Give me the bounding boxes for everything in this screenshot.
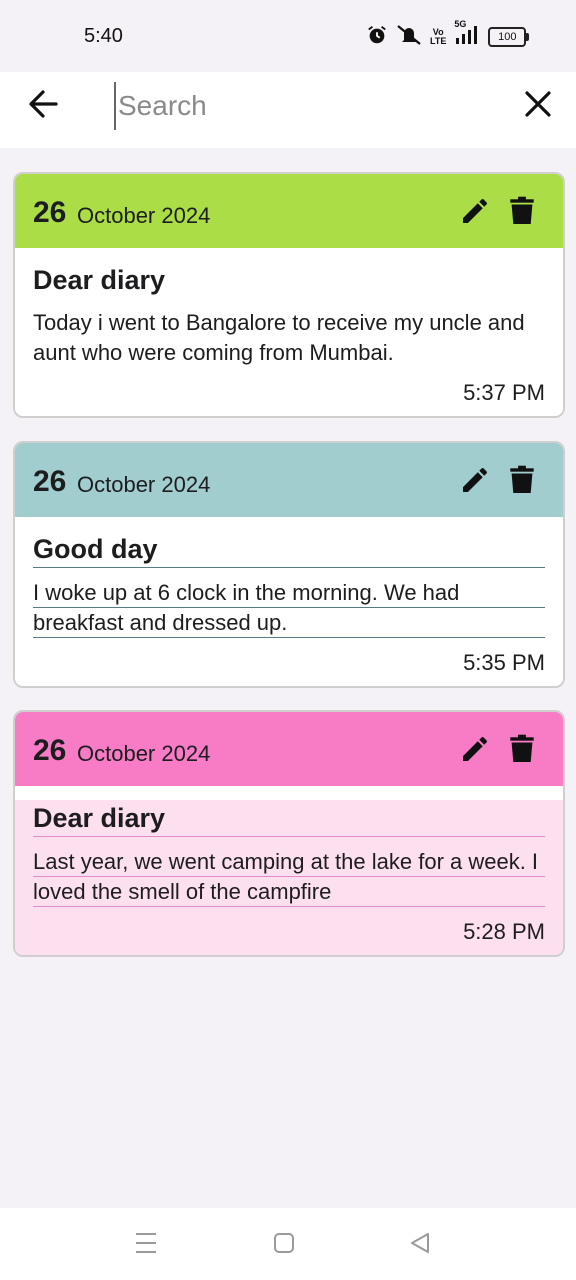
entry-title: Good day: [33, 531, 545, 568]
card-body: Good day I woke up at 6 clock in the mor…: [15, 531, 563, 686]
menu-icon: [136, 1233, 156, 1253]
status-icons: Vo LTE 5G 100: [366, 19, 530, 51]
search-input[interactable]: [114, 82, 490, 130]
volte-icon: Vo LTE: [430, 27, 447, 46]
diary-entry-card[interactable]: 26 October 2024 Dear diary Last year, we…: [13, 710, 565, 957]
delete-entry-button[interactable]: [509, 195, 535, 227]
entry-month-year: October 2024: [77, 741, 211, 766]
diary-entry-card[interactable]: 26 October 2024 Dear diary Today i went …: [13, 172, 565, 418]
pencil-icon: [463, 199, 487, 223]
trash-icon: [510, 196, 534, 224]
entry-title: Dear diary: [33, 265, 166, 295]
card-header: 26 October 2024: [15, 712, 563, 786]
entry-time: 5:28 PM: [463, 919, 545, 944]
status-bar: 5:40 Vo LTE 5G 100: [0, 0, 576, 72]
entry-text: I woke up at 6 clock in the morning. We …: [33, 578, 545, 638]
card-body: Dear diary Today i went to Bangalore to …: [15, 262, 563, 416]
system-nav-bar: [0, 1208, 576, 1280]
pencil-icon: [463, 468, 487, 492]
square-icon: [274, 1233, 294, 1253]
entry-title: Dear diary: [33, 800, 545, 837]
entry-time: 5:37 PM: [463, 380, 545, 405]
back-button[interactable]: [26, 86, 66, 126]
delete-entry-button[interactable]: [509, 733, 535, 765]
back-nav-button[interactable]: [408, 1230, 432, 1261]
entry-day: 26: [33, 196, 67, 229]
pencil-icon: [463, 737, 487, 761]
signal-icon: 5G: [454, 19, 480, 51]
edit-entry-button[interactable]: [459, 195, 491, 227]
entry-day: 26: [33, 465, 67, 498]
diary-entry-card[interactable]: 26 October 2024 Good day I woke up at 6 …: [13, 441, 565, 688]
trash-icon: [510, 465, 534, 493]
entry-month-year: October 2024: [77, 203, 211, 228]
triangle-back-icon: [411, 1233, 429, 1253]
edit-entry-button[interactable]: [459, 733, 491, 765]
entry-month-year: October 2024: [77, 472, 211, 497]
card-header: 26 October 2024: [15, 174, 563, 248]
silent-bell-icon: [396, 24, 422, 51]
battery-indicator: 100: [488, 27, 530, 47]
clear-search-button[interactable]: [520, 86, 556, 122]
entry-time: 5:35 PM: [463, 650, 545, 675]
arrow-left-icon: [29, 90, 58, 118]
trash-icon: [510, 734, 534, 762]
card-body: Dear diary Last year, we went camping at…: [15, 800, 563, 955]
recent-apps-button[interactable]: [134, 1230, 158, 1261]
search-app-bar: [0, 72, 576, 148]
entry-text: Last year, we went camping at the lake f…: [33, 847, 545, 907]
status-time: 5:40: [84, 25, 123, 47]
close-icon: [525, 91, 551, 117]
delete-entry-button[interactable]: [509, 464, 535, 496]
card-header: 26 October 2024: [15, 443, 563, 517]
edit-entry-button[interactable]: [459, 464, 491, 496]
entry-text: Today i went to Bangalore to receive my …: [33, 310, 525, 365]
home-button[interactable]: [272, 1230, 296, 1261]
entry-day: 26: [33, 734, 67, 767]
alarm-icon: [366, 24, 388, 51]
